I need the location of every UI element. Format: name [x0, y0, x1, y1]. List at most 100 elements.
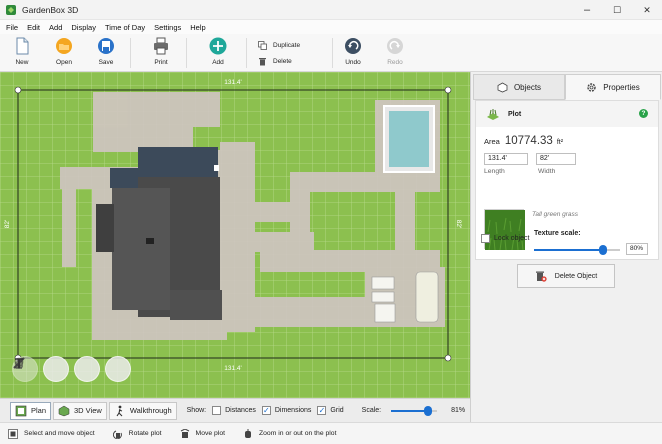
close-button[interactable]: ✕ [632, 0, 662, 20]
menu-display[interactable]: Display [71, 23, 96, 32]
duplicate-button[interactable]: Duplicate [258, 39, 300, 51]
dimensions-checkbox[interactable]: ✓ Dimensions [261, 406, 312, 415]
tab-objects[interactable]: Objects [473, 74, 565, 100]
view-bar: Plan 3D View Walkthrough Show: Distances… [0, 398, 470, 422]
tab-properties[interactable]: Properties [565, 74, 661, 100]
rotate-hint-text: Rotate plot [128, 430, 162, 437]
undo-icon [345, 38, 361, 54]
garden-plan: 131.4' 131.4' 82' 82' [0, 72, 470, 398]
menu-help[interactable]: Help [190, 23, 205, 32]
scale-label: Scale: [361, 407, 382, 414]
length-input[interactable]: 131.4' [484, 153, 528, 165]
texture-scale-input[interactable]: 80% [626, 243, 648, 255]
menu-edit[interactable]: Edit [27, 23, 40, 32]
open-button[interactable]: Open [46, 36, 82, 70]
grid-checkbox[interactable]: ✓ Grid [317, 406, 344, 415]
toolbar-divider [332, 38, 333, 68]
duplicate-label: Duplicate [273, 41, 301, 49]
object-header: Plot ? [476, 101, 658, 127]
canvas-tools [12, 356, 136, 382]
select-hint-text: Select and move object [24, 430, 95, 437]
duplicate-icon [258, 40, 267, 50]
lock-object-checkbox[interactable]: Lock object [481, 234, 529, 243]
object-name: Plot [508, 110, 522, 118]
pan-tool-button[interactable] [15, 356, 69, 382]
undo-button[interactable]: Undo [335, 36, 371, 70]
checkmark-icon[interactable]: ✓ [261, 406, 271, 415]
width-label: Width [538, 168, 556, 175]
delete-label: Delete [273, 57, 292, 65]
status-rotate: Rotate plot [112, 429, 162, 439]
distances-label: Distances [225, 407, 256, 414]
delete-button[interactable]: Delete [258, 55, 292, 67]
status-select: Select and move object [8, 428, 95, 439]
dimension-right: 82' [455, 220, 462, 228]
walkthrough-label: Walkthrough [129, 406, 172, 415]
side-panel: Objects Properties Plot ? Area 10774.33 … [470, 72, 662, 422]
undo-label: Undo [345, 59, 361, 66]
area-row: Area 10774.33 ft² [484, 135, 563, 147]
gear-icon [587, 82, 596, 92]
3d-view-button[interactable]: 3D View [53, 401, 107, 420]
texture-swatch[interactable] [484, 209, 525, 251]
redo-button[interactable]: Redo [377, 36, 413, 70]
distances-check-box[interactable] [212, 406, 222, 415]
area-value: 10774.33 [504, 135, 553, 147]
printer-icon [154, 37, 168, 55]
texture-scale-label: Texture scale: [534, 230, 581, 237]
new-label: New [15, 59, 29, 66]
width-input[interactable]: 82' [536, 153, 576, 165]
measure-tool-button[interactable] [13, 356, 100, 382]
checkmark-icon[interactable]: ✓ [317, 406, 327, 415]
minimize-button[interactable]: – [572, 0, 602, 20]
menu-add[interactable]: Add [49, 23, 62, 32]
help-icon[interactable]: ? [639, 109, 648, 118]
menu-settings[interactable]: Settings [154, 23, 181, 32]
area-label: Area [484, 137, 500, 146]
select-object-icon [8, 428, 18, 439]
toolbar-divider [130, 38, 131, 68]
maximize-button[interactable]: ☐ [602, 0, 632, 20]
window-title: GardenBox 3D [22, 4, 79, 15]
slider-thumb[interactable] [598, 245, 607, 255]
plan-view-button[interactable]: Plan [10, 401, 52, 420]
dimension-left: 82' [4, 220, 11, 228]
trash-icon [259, 57, 266, 65]
new-button[interactable]: New [4, 36, 40, 70]
area-unit: ft² [556, 139, 564, 146]
print-button[interactable]: Print [143, 36, 179, 70]
3d-cube-icon [58, 405, 70, 416]
walkthrough-button[interactable]: Walkthrough [108, 401, 177, 420]
texture-name: Tall green grass [532, 211, 579, 218]
text-tool-button[interactable] [15, 356, 131, 382]
slider-thumb[interactable] [424, 405, 433, 416]
add-button[interactable]: Add [200, 36, 236, 70]
new-file-icon [16, 37, 29, 55]
toolbar-divider [246, 38, 247, 68]
length-label: Length [484, 168, 505, 175]
menu-file[interactable]: File [6, 23, 18, 32]
add-label: Add [212, 59, 224, 66]
delete-trash-icon [535, 271, 547, 282]
scale-slider[interactable] [391, 405, 438, 416]
house-roof [96, 147, 222, 320]
plan-canvas[interactable]: 131.4' 131.4' 82' 82' [0, 72, 470, 398]
distances-checkbox[interactable]: Distances [212, 406, 256, 415]
dimensions-label: Dimensions [274, 407, 312, 414]
lock-check-box[interactable] [481, 234, 490, 243]
status-move: Move plot [180, 428, 225, 439]
toolbar: New Open Save Print Add Duplicate Delete… [0, 34, 662, 72]
tab-properties-label: Properties [603, 82, 640, 92]
grass-texture-image [485, 210, 525, 251]
rotate-icon [112, 430, 122, 439]
dimension-bottom: 131.4' [224, 365, 242, 372]
texture-scale-slider[interactable] [534, 245, 620, 255]
show-label: Show: [186, 407, 207, 414]
delete-object-button[interactable]: Delete Object [517, 264, 615, 288]
save-button[interactable]: Save [88, 36, 124, 70]
toolbar-divider [186, 38, 187, 68]
floppy-disk-icon [98, 38, 114, 54]
zoom-hint-text: Zoom in or out on the plot [259, 430, 337, 437]
menu-time-of-day[interactable]: Time of Day [105, 23, 145, 32]
move-icon [180, 428, 189, 438]
